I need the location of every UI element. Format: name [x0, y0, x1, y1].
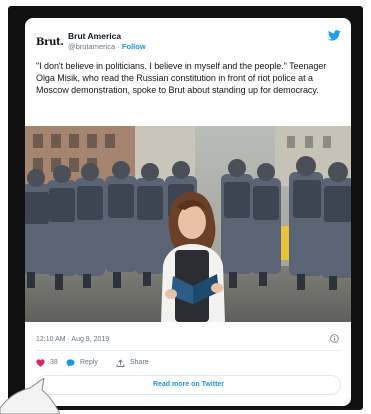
divider: [36, 350, 341, 351]
brand-logo[interactable]: Brut.: [36, 37, 64, 48]
tweet-timestamp[interactable]: 12:10 AM · Aug 9, 2019: [36, 336, 109, 343]
follow-button[interactable]: Follow: [122, 42, 146, 51]
speech-bubble-decoration: [0, 378, 60, 414]
tweet-photo[interactable]: [25, 126, 351, 322]
account-handle-line: @brutamerica · Follow: [68, 42, 146, 51]
tweet-card: Brut. Brut America @brutamerica · Follow…: [25, 18, 351, 406]
share-icon: [116, 359, 125, 367]
share-action[interactable]: Share: [116, 358, 160, 370]
twitter-bird-icon[interactable]: [328, 30, 341, 41]
account-name[interactable]: Brut America: [68, 31, 121, 41]
separator-dot: ·: [117, 42, 120, 51]
read-more-button[interactable]: Read more on Twitter: [36, 375, 341, 395]
like-action[interactable]: 38: [36, 358, 66, 370]
protest-photo-illustration: [25, 126, 351, 322]
account-handle[interactable]: @brutamerica: [68, 42, 115, 51]
like-count: 38: [50, 359, 58, 366]
reply-label: Reply: [80, 359, 98, 366]
reply-bubble-icon: [66, 359, 75, 367]
tweet-header: Brut. Brut America @brutamerica · Follow: [36, 28, 341, 54]
info-icon[interactable]: [330, 334, 339, 343]
share-label: Share: [130, 359, 149, 366]
heart-icon: [36, 359, 45, 367]
reply-action[interactable]: Reply: [66, 358, 110, 370]
tweet-text: "I don't believe in politicians. I belie…: [36, 61, 327, 95]
page: Brut. Brut America @brutamerica · Follow…: [0, 0, 371, 414]
